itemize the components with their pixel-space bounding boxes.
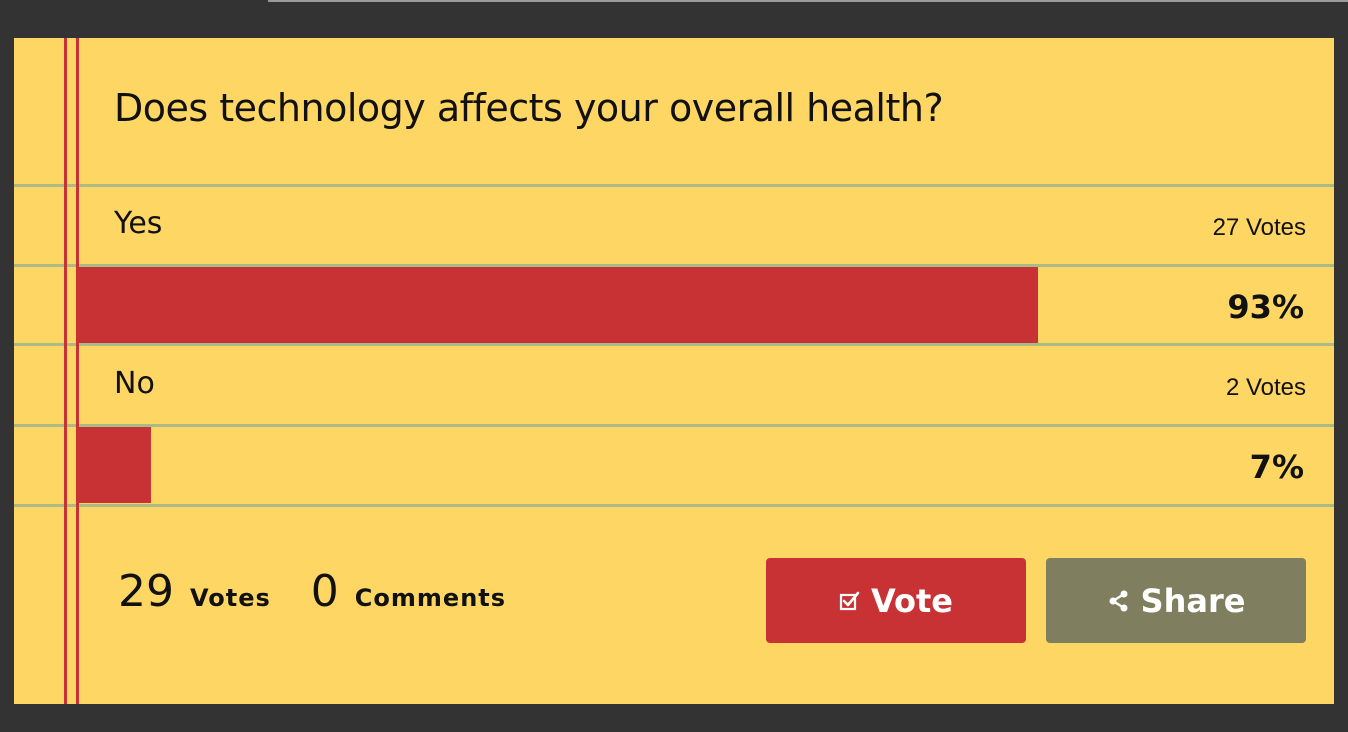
total-votes-count: 29 bbox=[118, 566, 174, 617]
share-button-label: Share bbox=[1140, 581, 1246, 620]
notebook-margin-line bbox=[76, 38, 79, 704]
result-bar-fill-no bbox=[79, 427, 152, 503]
total-comments-label[interactable]: Comments bbox=[355, 584, 506, 612]
ruled-line bbox=[14, 424, 1334, 427]
vote-button-label: Vote bbox=[871, 581, 953, 620]
share-icon bbox=[1107, 589, 1131, 613]
share-button[interactable]: Share bbox=[1046, 558, 1306, 643]
poll-question: Does technology affects your overall hea… bbox=[114, 86, 944, 130]
result-bar-no bbox=[79, 427, 1110, 503]
total-comments-count[interactable]: 0 bbox=[311, 566, 339, 617]
poll-card: Does technology affects your overall hea… bbox=[14, 38, 1334, 704]
window-top-border bbox=[268, 0, 1348, 2]
option-label-yes: Yes bbox=[114, 206, 163, 241]
option-votes-yes: 27 Votes bbox=[1212, 214, 1306, 241]
check-square-icon bbox=[839, 590, 861, 612]
option-label-no: No bbox=[114, 366, 155, 401]
poll-totals: 29 Votes 0 Comments bbox=[118, 566, 506, 617]
ruled-line bbox=[14, 343, 1334, 346]
notebook-margin-line bbox=[64, 38, 67, 704]
ruled-line bbox=[14, 184, 1334, 187]
total-votes-label: Votes bbox=[190, 584, 271, 612]
option-percent-no: 7% bbox=[1249, 448, 1304, 486]
ruled-line bbox=[14, 504, 1334, 507]
ruled-line bbox=[14, 264, 1334, 267]
option-percent-yes: 93% bbox=[1227, 288, 1304, 326]
result-bar-fill-yes bbox=[79, 267, 1038, 343]
vote-button[interactable]: Vote bbox=[766, 558, 1026, 643]
option-votes-no: 2 Votes bbox=[1225, 374, 1306, 401]
result-bar-yes bbox=[79, 267, 1110, 343]
